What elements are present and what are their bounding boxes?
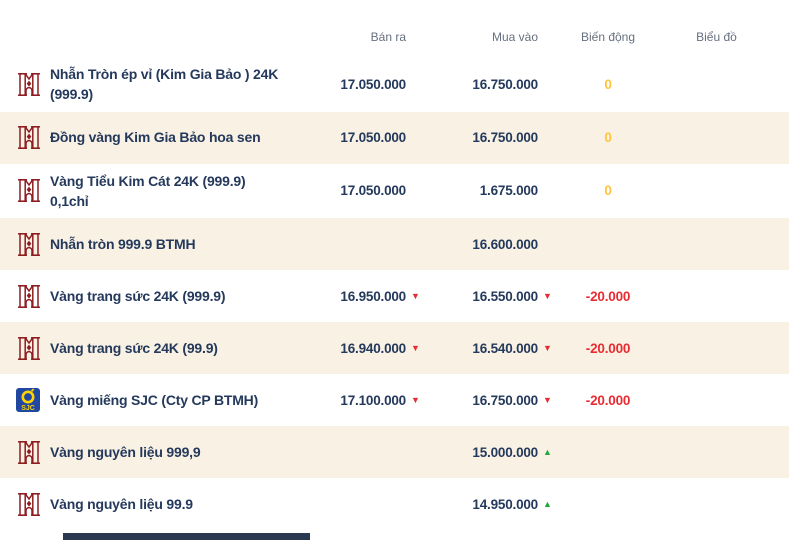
logo-cell: SJC [16, 335, 48, 362]
btmh-logo-icon [16, 335, 42, 362]
price-table-row: SJC Đồng vàng Kim Gia Bảo hoa sen 17.050… [0, 112, 789, 164]
column-header-mua-vao: Mua vào [424, 30, 538, 44]
buy-price: 1.675.000 [424, 183, 538, 198]
table-body: SJC Nhẫn Tròn ép vỉ (Kim Gia Bảo ) 24K (… [0, 57, 789, 530]
buy-trend-icon: ▼ [538, 396, 556, 405]
buy-price: 14.950.000 [424, 497, 538, 512]
product-name[interactable]: Vàng Tiểu Kim Cát 24K (999.9) 0,1chỉ [48, 171, 300, 212]
logo-cell: SJC [16, 491, 48, 518]
btmh-logo-icon [16, 439, 42, 466]
buy-trend-icon: ▲ [538, 448, 556, 457]
price-table-row: SJC Vàng Tiểu Kim Cát 24K (999.9) 0,1chỉ… [0, 164, 789, 219]
product-name[interactable]: Vàng miếng SJC (Cty CP BTMH) [48, 390, 300, 410]
price-table-row: SJC Vàng miếng SJC (Cty CP BTMH) 17.100.… [0, 374, 789, 426]
sell-trend-icon: ▼ [406, 292, 424, 301]
product-name[interactable]: Vàng nguyên liệu 99.9 [48, 494, 300, 514]
btmh-logo-icon [16, 491, 42, 518]
change-value: 0 [556, 183, 660, 198]
buy-price: 16.600.000 [424, 237, 538, 252]
table-header: Bán ra Mua vào Biến động Biểu đồ [0, 0, 789, 57]
buy-trend-icon: ▼ [538, 344, 556, 353]
change-value: 0 [556, 130, 660, 145]
partial-next-row-cutoff [63, 533, 310, 540]
sjc-logo-icon: SJC [16, 388, 40, 412]
sell-price: 17.050.000 [300, 77, 406, 92]
sell-price: 17.050.000 [300, 183, 406, 198]
sell-trend-icon: ▼ [406, 344, 424, 353]
price-table-row: SJC Vàng nguyên liệu 99.9 14.950.000 ▲ [0, 478, 789, 530]
buy-price: 15.000.000 [424, 445, 538, 460]
logo-cell: SJC [16, 231, 48, 258]
gold-price-table: Bán ra Mua vào Biến động Biểu đồ [0, 0, 789, 530]
sell-price: 16.950.000 [300, 289, 406, 304]
product-name[interactable]: Vàng trang sức 24K (99.9) [48, 338, 300, 358]
product-name[interactable]: Nhẫn Tròn ép vỉ (Kim Gia Bảo ) 24K (999.… [48, 64, 300, 105]
buy-price: 16.750.000 [424, 77, 538, 92]
logo-cell: SJC [16, 71, 48, 98]
price-table-row: SJC Vàng trang sức 24K (99.9) 16.940.000… [0, 322, 789, 374]
sell-price: 16.940.000 [300, 341, 406, 356]
column-header-ban-ra: Bán ra [300, 30, 406, 44]
change-value: -20.000 [556, 393, 660, 408]
buy-price: 16.750.000 [424, 393, 538, 408]
btmh-logo-icon [16, 177, 42, 204]
logo-cell: SJC [16, 124, 48, 151]
sell-price: 17.100.000 [300, 393, 406, 408]
buy-price: 16.550.000 [424, 289, 538, 304]
btmh-logo-icon [16, 71, 42, 98]
price-table-row: SJC Nhẫn Tròn ép vỉ (Kim Gia Bảo ) 24K (… [0, 57, 789, 112]
column-header-bieu-do: Biểu đồ [660, 30, 773, 44]
product-name[interactable]: Đồng vàng Kim Gia Bảo hoa sen [48, 127, 300, 147]
sell-trend-icon: ▼ [406, 396, 424, 405]
logo-cell: SJC [16, 177, 48, 204]
change-value: -20.000 [556, 341, 660, 356]
btmh-logo-icon [16, 124, 42, 151]
logo-cell: SJC [16, 283, 48, 310]
price-table-row: SJC Vàng trang sức 24K (999.9) 16.950.00… [0, 270, 789, 322]
change-value: 0 [556, 77, 660, 92]
btmh-logo-icon [16, 231, 42, 258]
buy-trend-icon: ▲ [538, 500, 556, 509]
buy-price: 16.540.000 [424, 341, 538, 356]
column-header-bien-dong: Biến động [556, 30, 660, 44]
btmh-logo-icon [16, 283, 42, 310]
product-name[interactable]: Nhẫn tròn 999.9 BTMH [48, 234, 300, 254]
change-value: -20.000 [556, 289, 660, 304]
buy-trend-icon: ▼ [538, 292, 556, 301]
buy-price: 16.750.000 [424, 130, 538, 145]
logo-cell: SJC [16, 388, 48, 412]
product-name[interactable]: Vàng nguyên liệu 999,9 [48, 442, 300, 462]
price-table-row: SJC Nhẫn tròn 999.9 BTMH 16.600.000 [0, 218, 789, 270]
sell-price: 17.050.000 [300, 130, 406, 145]
product-name[interactable]: Vàng trang sức 24K (999.9) [48, 286, 300, 306]
price-table-row: SJC Vàng nguyên liệu 999,9 15.000.000 ▲ [0, 426, 789, 478]
logo-cell: SJC [16, 439, 48, 466]
svg-text:SJC: SJC [21, 405, 35, 412]
